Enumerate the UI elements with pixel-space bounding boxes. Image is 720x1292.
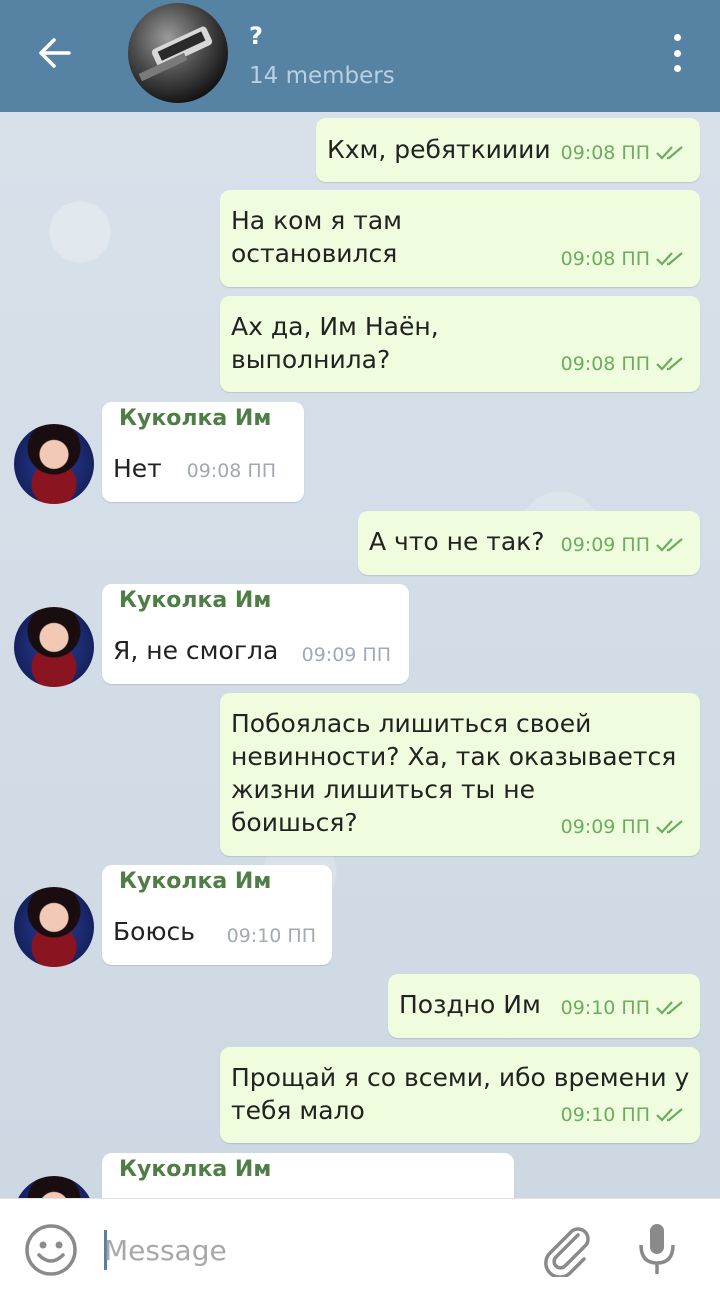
outgoing-message[interactable]: Побоялась лишиться своей невинности? Ха,… (220, 693, 700, 856)
outgoing-message[interactable]: Ах да, Им Наён, выполнила? 09:08 ПП (220, 296, 700, 392)
incoming-message[interactable]: Куколка Им Я, не смогла 09:09 ПП (102, 584, 409, 684)
sender-avatar[interactable] (14, 1176, 94, 1198)
voice-record-button[interactable] (634, 1221, 680, 1277)
double-check-icon (656, 1108, 683, 1122)
back-button[interactable] (22, 28, 86, 78)
outgoing-message[interactable]: На ком я там остановился 09:08 ПП (220, 190, 700, 287)
message-time: 09:08 ПП (186, 460, 276, 482)
message-text: Ах да, Им Наён, выполнила? (231, 312, 439, 374)
incoming-message[interactable]: Куколка Им Нет 09:08 ПП (102, 402, 304, 502)
message-list[interactable]: Кхм, ребяткииии 09:08 ПП На ком я там ос… (0, 112, 720, 1198)
message-meta: 09:10 ПП (227, 925, 316, 947)
message-meta: 09:08 ПП (561, 353, 686, 375)
microphone-icon (639, 1224, 675, 1274)
emoji-icon (25, 1224, 77, 1276)
message-time: 09:10 ПП (226, 925, 316, 947)
message-meta: 09:09 ПП (561, 816, 686, 838)
outgoing-message[interactable]: Поздно Им 09:10 ПП (388, 974, 700, 1038)
more-vertical-icon (673, 34, 681, 41)
group-photo (138, 26, 213, 82)
message-text: Боюсь (113, 917, 195, 946)
outgoing-message[interactable]: А что не так? 09:09 ПП (358, 511, 700, 575)
double-check-icon (656, 252, 683, 266)
incoming-message[interactable]: Куколка Им (102, 1153, 514, 1198)
message-meta: 09:10 ПП (561, 1104, 686, 1126)
message-input[interactable] (104, 1227, 504, 1273)
menu-dot (673, 65, 681, 72)
double-check-icon (656, 1001, 683, 1015)
members-count[interactable]: 14 members (249, 63, 395, 89)
message-meta: 09:09 ПП (561, 534, 686, 556)
sender-avatar[interactable] (14, 887, 94, 967)
more-options-button[interactable] (660, 30, 694, 76)
message-time: 09:09 ПП (560, 816, 650, 838)
sender-name[interactable]: Куколка Им (119, 406, 271, 431)
message-meta: 09:08 ПП (187, 460, 276, 482)
emoji-button[interactable] (24, 1223, 78, 1277)
incoming-message[interactable]: Куколка Им Боюсь 09:10 ПП (102, 865, 332, 965)
message-meta: 09:08 ПП (561, 248, 686, 270)
double-check-icon (656, 538, 683, 552)
message-text: Нет (113, 454, 162, 483)
message-time: 09:10 ПП (560, 997, 650, 1019)
message-time: 09:08 ПП (560, 142, 650, 164)
message-text: А что не так? (369, 527, 545, 556)
sender-name[interactable]: Куколка Им (119, 869, 271, 894)
message-time: 09:08 ПП (560, 248, 650, 270)
message-meta: 09:09 ПП (302, 644, 391, 666)
paperclip-icon (544, 1227, 590, 1279)
group-avatar[interactable] (128, 3, 228, 103)
chat-header: ? 14 members (0, 0, 720, 112)
double-check-icon (656, 146, 683, 160)
message-text: Я, не смогла (113, 636, 279, 665)
message-text: Кхм, ребяткииии (327, 135, 551, 164)
group-title[interactable]: ? (249, 22, 263, 50)
attach-button[interactable] (538, 1221, 594, 1279)
message-meta: 09:10 ПП (561, 997, 686, 1019)
double-check-icon (656, 820, 683, 834)
message-time: 09:10 ПП (560, 1104, 650, 1126)
sender-name[interactable]: Куколка Им (119, 1157, 271, 1182)
message-composer (0, 1198, 720, 1292)
outgoing-message[interactable]: Прощай я со всеми, ибо времени у тебя ма… (220, 1047, 700, 1143)
message-meta: 09:08 ПП (561, 142, 686, 164)
message-time: 09:09 ПП (560, 534, 650, 556)
sender-avatar[interactable] (14, 424, 94, 504)
arrow-left-icon (39, 38, 71, 68)
double-check-icon (656, 357, 683, 371)
message-time: 09:08 ПП (560, 353, 650, 375)
message-time: 09:09 ПП (301, 644, 391, 666)
message-text: На ком я там остановился (231, 206, 402, 268)
sender-avatar[interactable] (14, 607, 94, 687)
sender-name[interactable]: Куколка Им (119, 588, 271, 613)
menu-dot (673, 49, 681, 57)
outgoing-message[interactable]: Кхм, ребяткииии 09:08 ПП (316, 118, 700, 182)
message-text: Поздно Им (399, 990, 541, 1019)
